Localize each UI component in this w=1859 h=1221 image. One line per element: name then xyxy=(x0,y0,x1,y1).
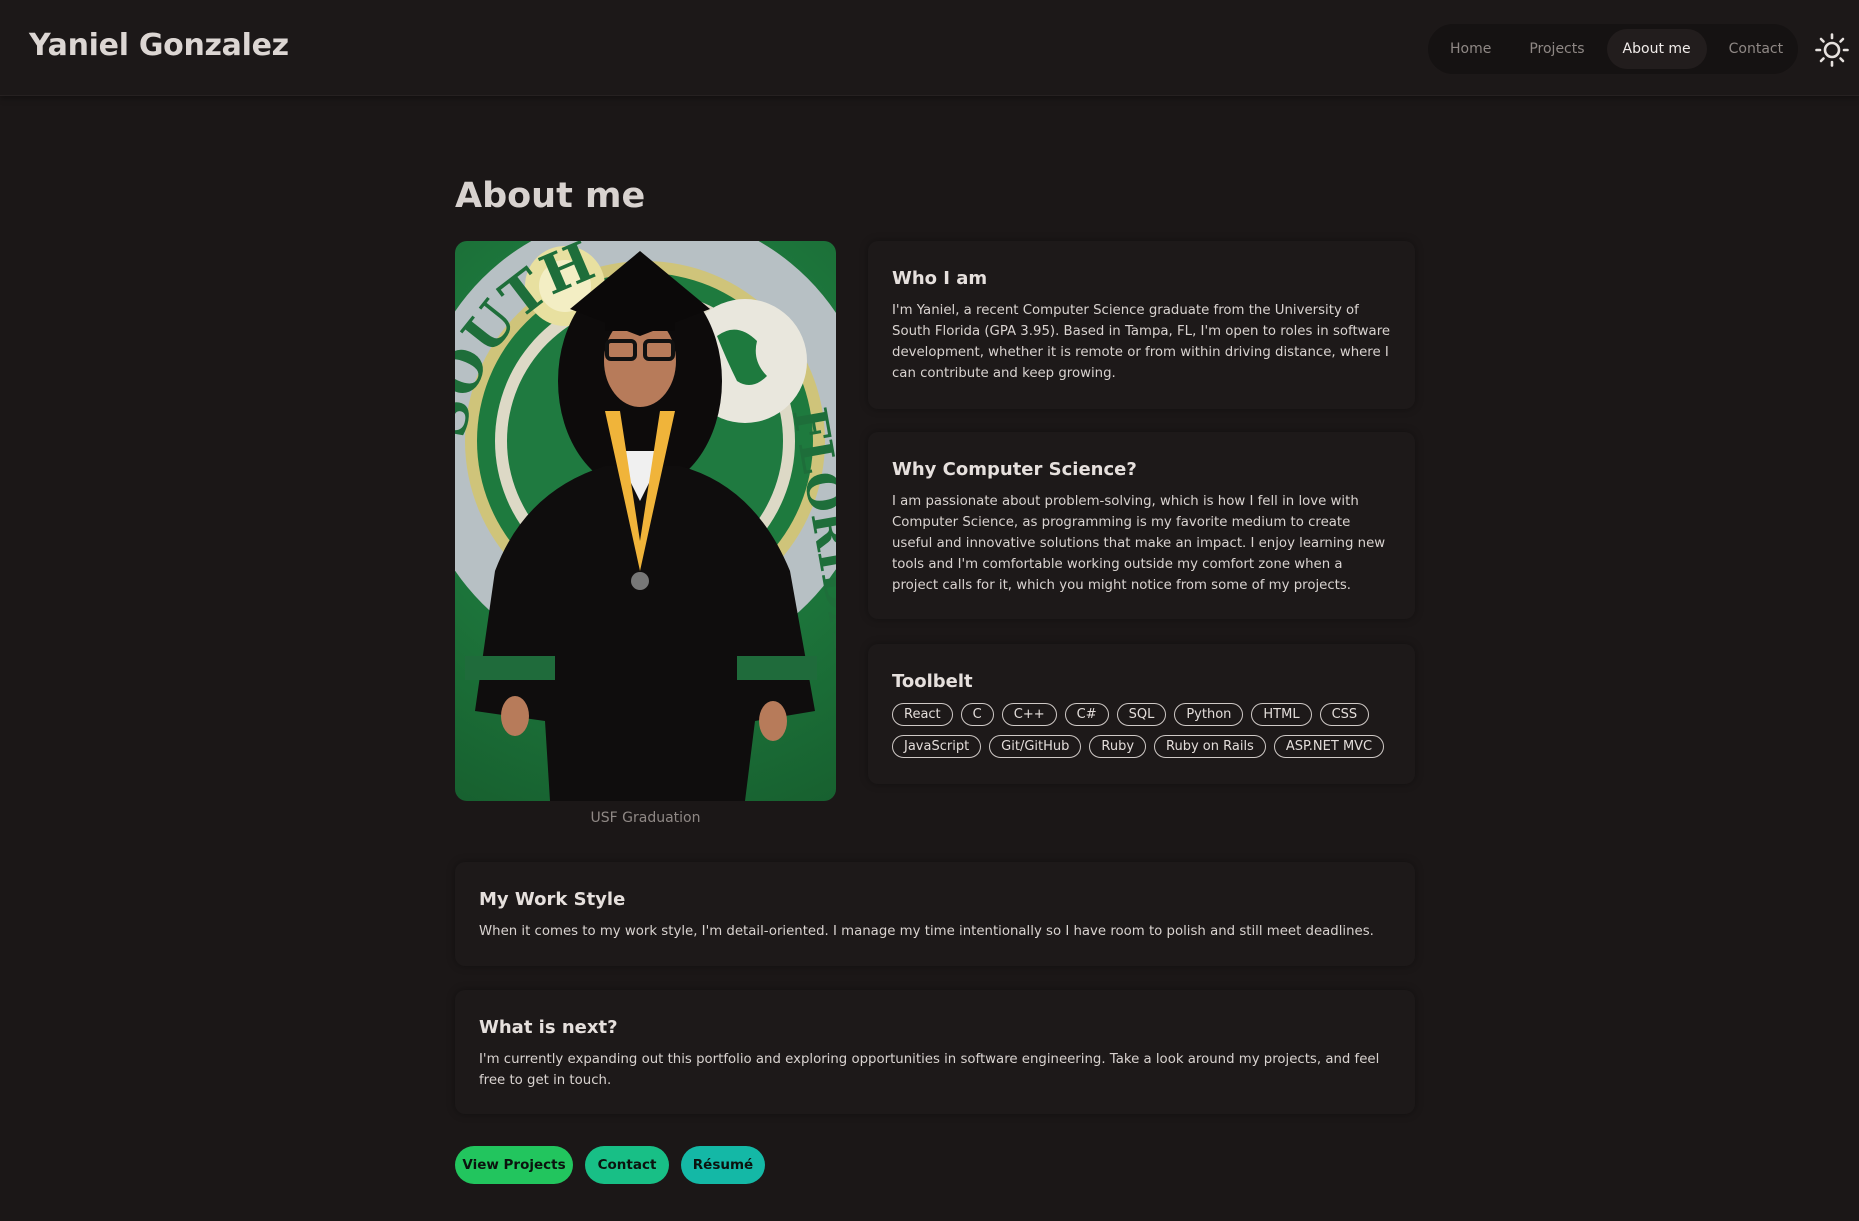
sun-icon xyxy=(1815,33,1849,67)
whats-next-card: What is next? I'm currently expanding ou… xyxy=(455,990,1415,1114)
tool-chip: C# xyxy=(1064,703,1109,726)
why-cs-title: Why Computer Science? xyxy=(892,459,1137,480)
toolbelt-title: Toolbelt xyxy=(892,671,973,692)
tool-chip: ASP.NET MVC xyxy=(1273,735,1385,758)
view-projects-button[interactable]: View Projects xyxy=(455,1146,573,1184)
whats-next-text: I'm currently expanding out this portfol… xyxy=(479,1052,1380,1088)
work-style-card: My Work Style When it comes to my work s… xyxy=(455,862,1415,966)
who-i-am-card: Who I am I'm Yaniel, a recent Computer S… xyxy=(868,241,1415,409)
graduation-photo-illustration: SOUTH FLORIDA xyxy=(455,241,836,801)
why-cs-card: Why Computer Science? I am passionate ab… xyxy=(868,432,1415,619)
tool-chip: JavaScript xyxy=(892,735,982,758)
tool-chip: SQL xyxy=(1116,703,1167,726)
tool-chip: HTML xyxy=(1251,703,1312,726)
tool-chip: C xyxy=(960,703,994,726)
who-i-am-title: Who I am xyxy=(892,268,988,289)
tool-chip: C++ xyxy=(1001,703,1057,726)
tool-chip: Git/GitHub xyxy=(989,735,1082,758)
tool-chip: React xyxy=(892,703,953,726)
work-style-title: My Work Style xyxy=(479,889,626,910)
nav-home[interactable]: Home xyxy=(1434,29,1507,69)
nav-about-me[interactable]: About me xyxy=(1606,29,1707,69)
top-navbar: Yaniel Gonzalez Home Projects About me C… xyxy=(0,0,1859,96)
who-i-am-text: I'm Yaniel, a recent Computer Science gr… xyxy=(892,303,1391,381)
page-title: About me xyxy=(455,176,646,216)
nav-projects[interactable]: Projects xyxy=(1513,29,1600,69)
site-brand[interactable]: Yaniel Gonzalez xyxy=(29,28,289,63)
work-style-text: When it comes to my work style, I'm deta… xyxy=(479,924,1374,939)
tool-chip: Ruby on Rails xyxy=(1154,735,1266,758)
tool-chip: CSS xyxy=(1319,703,1370,726)
contact-button[interactable]: Contact xyxy=(585,1146,669,1184)
graduation-photo: SOUTH FLORIDA xyxy=(455,241,836,801)
tool-chip: Python xyxy=(1174,703,1244,726)
nav-contact[interactable]: Contact xyxy=(1713,29,1799,69)
photo-caption: USF Graduation xyxy=(590,810,701,826)
theme-toggle-button[interactable] xyxy=(1812,30,1852,70)
tool-chip: Ruby xyxy=(1089,735,1147,758)
whats-next-title: What is next? xyxy=(479,1017,618,1038)
toolbelt-chips: React C C++ C# SQL Python HTML CSS JavaS… xyxy=(892,703,1391,758)
toolbelt-card: Toolbelt React C C++ C# SQL Python HTML … xyxy=(868,644,1415,784)
main-nav: Home Projects About me Contact xyxy=(1428,24,1798,74)
resume-button[interactable]: Résumé xyxy=(681,1146,765,1184)
why-cs-text: I am passionate about problem-solving, w… xyxy=(892,494,1386,593)
